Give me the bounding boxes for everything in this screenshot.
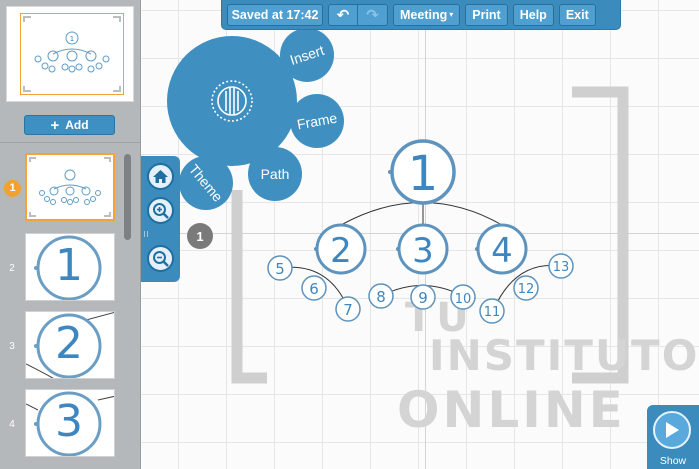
slide-thumbnail-2[interactable]: 1	[25, 233, 115, 301]
overview-frame: 1	[20, 13, 124, 95]
redo-button[interactable]: ↷	[358, 3, 388, 26]
undo-redo-group: ↶ ↷	[328, 3, 388, 26]
zoom-out-button[interactable]	[147, 245, 174, 272]
svg-text:1: 1	[70, 35, 74, 43]
node-label: 2	[330, 231, 352, 271]
exit-button[interactable]: Exit	[558, 3, 596, 26]
meeting-dropdown[interactable]: Meeting ▾	[393, 3, 461, 26]
slide-number: 2	[9, 263, 15, 274]
home-icon	[153, 170, 168, 183]
sidebar-divider	[0, 142, 140, 143]
zoom-in-button[interactable]	[147, 197, 174, 224]
bubble-path-label: Path	[260, 166, 290, 182]
node-label: 4	[491, 231, 513, 271]
overview-diagram: 1	[23, 16, 121, 92]
node-root-label: 1	[408, 146, 439, 202]
slide-row-2[interactable]: 2 1	[0, 233, 130, 307]
undo-button[interactable]: ↶	[328, 3, 358, 26]
print-button[interactable]: Print	[465, 3, 508, 26]
zoom-grip	[144, 231, 148, 237]
saved-status-button[interactable]: Saved at 17:42	[227, 3, 323, 26]
add-slide-button[interactable]: + Add	[24, 115, 115, 135]
redo-icon: ↷	[366, 6, 379, 24]
node-label: 3	[412, 231, 434, 271]
slide-row-1[interactable]: 1	[0, 153, 130, 227]
slide-thumbnail-label: 1	[55, 240, 83, 291]
zebra-transform-icon	[211, 80, 253, 122]
sidebar-scrollbar[interactable]	[124, 154, 131, 240]
slide-number: 4	[9, 419, 15, 430]
slide-thumbnail-3[interactable]: 2	[25, 311, 115, 379]
zoom-in-icon	[152, 202, 169, 219]
help-button[interactable]: Help	[512, 3, 554, 26]
chevron-down-icon: ▾	[449, 10, 454, 19]
zoom-controls	[141, 156, 180, 282]
meeting-label: Meeting	[400, 7, 448, 22]
add-slide-label: Add	[65, 118, 89, 132]
slide-thumbnail-label: 2	[55, 318, 83, 369]
bubble-frame-label: Frame	[295, 109, 339, 133]
show-button[interactable]: Show	[647, 405, 699, 469]
slide-thumbnail-label: 3	[55, 396, 83, 447]
home-button[interactable]	[147, 163, 174, 190]
undo-icon: ↶	[336, 6, 350, 24]
slide-number: 3	[9, 341, 15, 352]
slide-thumbnail-4[interactable]: 3	[25, 389, 115, 457]
show-label: Show	[659, 455, 687, 467]
slide-row-3[interactable]: 3 2	[0, 311, 130, 385]
slide-row-4[interactable]: 4 3	[0, 389, 130, 463]
slide-sidebar: 1 + Add 1 2 1 3 2 4 3	[0, 0, 141, 469]
bubble-path[interactable]: Path	[248, 147, 302, 201]
slide-thumbnail-diagram	[29, 157, 111, 217]
top-toolbar: Saved at 17:42 ↶ ↷ Meeting ▾ Print Help …	[221, 0, 621, 30]
bubble-insert-label: Insert	[287, 41, 327, 69]
slide-thumbnail-1[interactable]	[25, 153, 115, 221]
path-step-badge[interactable]: 1	[187, 223, 213, 249]
plus-icon: +	[50, 116, 60, 134]
bubble-theme-label: Theme	[185, 161, 227, 205]
zoom-out-icon	[152, 250, 169, 267]
slide-number-badge: 1	[4, 180, 21, 197]
play-icon	[653, 411, 691, 449]
overview-thumbnail[interactable]: 1	[6, 6, 134, 102]
